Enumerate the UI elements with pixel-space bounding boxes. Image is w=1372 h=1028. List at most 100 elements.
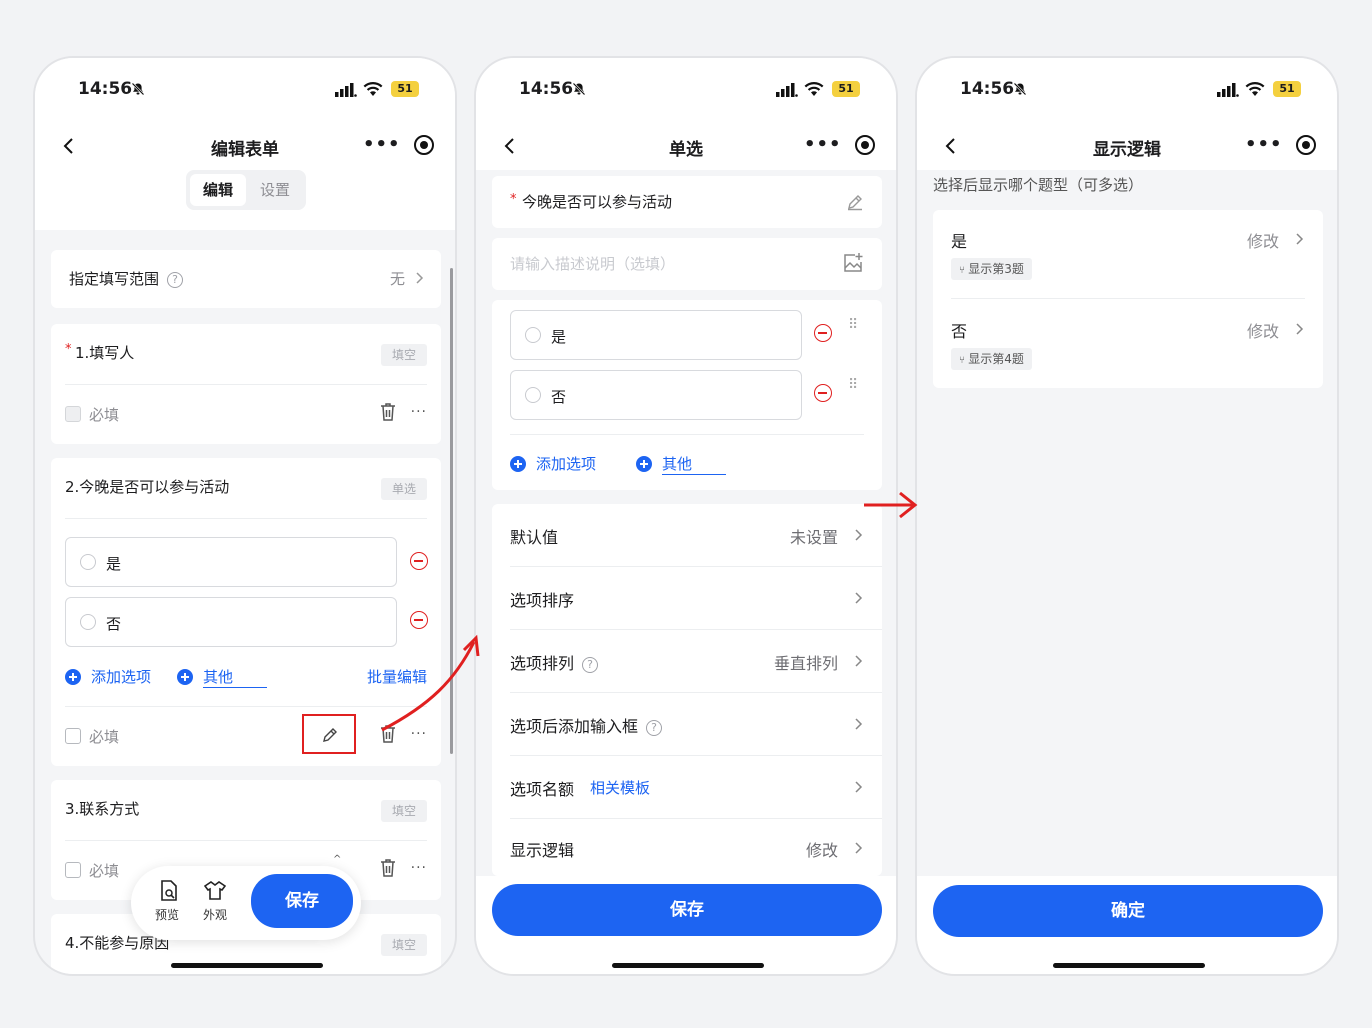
add-circle-icon bbox=[65, 669, 81, 685]
help-icon[interactable]: ? bbox=[167, 272, 184, 288]
option-row-no[interactable]: 否 bbox=[65, 597, 397, 647]
option-layout-row[interactable]: 选项排列? 垂直排列 bbox=[492, 630, 882, 692]
segment-area: 编辑 设置 bbox=[35, 170, 455, 230]
required-checkbox[interactable] bbox=[65, 862, 81, 878]
fill-scope-row[interactable]: 指定填写范围? 无 bbox=[51, 250, 441, 308]
batch-edit-button[interactable]: 批量编辑 bbox=[367, 666, 427, 687]
modify-button[interactable]: 修改 bbox=[1247, 228, 1279, 252]
divider bbox=[65, 518, 427, 519]
option-quota-row[interactable]: 选项名额 相关模板 bbox=[492, 756, 882, 818]
required-label: 必填 bbox=[89, 406, 120, 424]
more-icon[interactable]: ··· bbox=[411, 726, 427, 742]
trash-icon[interactable] bbox=[379, 724, 397, 744]
add-option-button[interactable]: 添加选项 bbox=[91, 666, 151, 687]
mute-bell-icon bbox=[1013, 82, 1027, 96]
more-icon[interactable]: ··· bbox=[411, 404, 427, 420]
option-label: 否 bbox=[551, 388, 567, 406]
logic-item-no[interactable]: 否 修改 ⑂ 显示第4题 bbox=[933, 300, 1323, 388]
pencil-edit-icon[interactable] bbox=[321, 726, 339, 744]
help-icon[interactable]: ? bbox=[582, 657, 599, 673]
description-placeholder[interactable]: 请输入描述说明（选填） bbox=[510, 253, 675, 274]
segment-control: 编辑 设置 bbox=[186, 170, 306, 210]
required-checkbox[interactable] bbox=[65, 406, 81, 422]
confirm-button[interactable]: 确定 bbox=[933, 885, 1323, 937]
status-time: 14:56 bbox=[519, 79, 574, 99]
wifi-icon bbox=[804, 82, 824, 96]
add-other-button[interactable]: 其他 bbox=[662, 453, 727, 475]
row-label: 显示逻辑 bbox=[510, 841, 575, 860]
display-logic-row[interactable]: 显示逻辑 修改 bbox=[492, 819, 882, 876]
required-label: 必填 bbox=[89, 728, 120, 746]
drag-handle-icon[interactable]: ⠿ bbox=[848, 318, 858, 332]
option-row-yes[interactable]: 是 bbox=[510, 310, 802, 360]
add-option-button[interactable]: 添加选项 bbox=[536, 453, 596, 474]
close-target-icon[interactable] bbox=[854, 134, 876, 156]
trash-icon[interactable] bbox=[379, 858, 397, 878]
shirt-icon[interactable] bbox=[204, 880, 226, 900]
chevron-right-icon bbox=[855, 655, 863, 667]
save-button[interactable]: 保存 bbox=[492, 884, 882, 936]
question-title-text[interactable]: 今晚是否可以参与活动 bbox=[522, 191, 672, 212]
row-value: 未设置 bbox=[789, 528, 838, 547]
question-type-tag: 填空 bbox=[381, 344, 427, 366]
remove-option-icon[interactable] bbox=[814, 324, 832, 342]
chevron-right-icon bbox=[1296, 323, 1304, 335]
drag-handle-icon[interactable]: ⠿ bbox=[848, 378, 858, 392]
chevron-right-icon bbox=[416, 272, 424, 284]
tab-edit[interactable]: 编辑 bbox=[190, 174, 246, 206]
more-dots-icon[interactable]: ••• bbox=[363, 136, 401, 154]
option-row-no[interactable]: 否 bbox=[510, 370, 802, 420]
signal-icon bbox=[335, 83, 357, 97]
question-card-2[interactable]: 2.今晚是否可以参与活动 单选 是 否 添加选项 其他 批量编辑 必填 ··· bbox=[51, 458, 441, 766]
row-label: 默认值 bbox=[510, 528, 559, 547]
add-image-icon[interactable] bbox=[842, 252, 864, 274]
add-other-button[interactable]: 其他 bbox=[203, 666, 268, 688]
preview-document-icon[interactable] bbox=[159, 880, 179, 902]
required-checkbox[interactable] bbox=[65, 728, 81, 744]
question-card-1[interactable]: * 1.填写人 填空 必填 ··· bbox=[51, 324, 441, 444]
required-label: 必填 bbox=[89, 862, 120, 880]
floating-toolbar: 预览 外观 保存 bbox=[131, 866, 361, 940]
more-dots-icon[interactable]: ••• bbox=[804, 136, 842, 154]
tab-settings[interactable]: 设置 bbox=[248, 174, 302, 206]
more-dots-icon[interactable]: ••• bbox=[1245, 136, 1283, 154]
option-label: 是 bbox=[551, 328, 567, 346]
description-field[interactable]: 请输入描述说明（选填） bbox=[492, 238, 882, 290]
wifi-icon bbox=[363, 82, 383, 96]
question-type-tag: 填空 bbox=[381, 934, 427, 956]
option-input-row[interactable]: 选项后添加输入框? bbox=[492, 693, 882, 755]
more-icon[interactable]: ··· bbox=[411, 860, 427, 876]
close-target-icon[interactable] bbox=[1295, 134, 1317, 156]
appearance-label[interactable]: 外观 bbox=[203, 906, 227, 923]
modify-button[interactable]: 修改 bbox=[1247, 318, 1279, 342]
default-value-row[interactable]: 默认值 未设置 bbox=[492, 504, 882, 566]
remove-option-icon[interactable] bbox=[814, 384, 832, 402]
chevron-right-icon bbox=[855, 842, 863, 854]
close-target-icon[interactable] bbox=[413, 134, 435, 156]
row-value: 修改 bbox=[805, 841, 838, 860]
settings-list: 默认值 未设置 选项排序 选项排列? 垂直排列 选项后添加输入框? 选项名额 相… bbox=[492, 504, 882, 876]
option-sort-row[interactable]: 选项排序 bbox=[492, 567, 882, 629]
radio-circle bbox=[80, 614, 96, 630]
collapse-caret-icon[interactable]: ^ bbox=[333, 854, 341, 865]
remove-option-icon[interactable] bbox=[410, 611, 428, 629]
option-row-yes[interactable]: 是 bbox=[65, 537, 397, 587]
pencil-edit-icon[interactable] bbox=[846, 193, 864, 211]
branch-icon: ⑂ bbox=[959, 355, 969, 366]
row-value: 垂直排列 bbox=[773, 654, 838, 673]
status-bar: 14:56 51 bbox=[476, 58, 896, 122]
logic-option-label: 否 bbox=[951, 322, 968, 341]
logic-list: 是 修改 ⑂ 显示第3题 否 修改 ⑂ 显示第4题 bbox=[933, 210, 1323, 388]
status-time: 14:56 bbox=[78, 79, 133, 99]
remove-option-icon[interactable] bbox=[410, 552, 428, 570]
related-template-link[interactable]: 相关模板 bbox=[590, 777, 650, 798]
signal-icon bbox=[1217, 83, 1239, 97]
logic-item-yes[interactable]: 是 修改 ⑂ 显示第3题 bbox=[933, 210, 1323, 298]
row-label: 选项排列? bbox=[510, 650, 599, 674]
preview-label[interactable]: 预览 bbox=[155, 906, 179, 923]
trash-icon[interactable] bbox=[379, 402, 397, 422]
help-icon[interactable]: ? bbox=[646, 720, 663, 736]
question-title-field[interactable]: * 今晚是否可以参与活动 bbox=[492, 176, 882, 228]
scrollbar[interactable] bbox=[450, 268, 453, 754]
save-button[interactable]: 保存 bbox=[251, 874, 353, 928]
